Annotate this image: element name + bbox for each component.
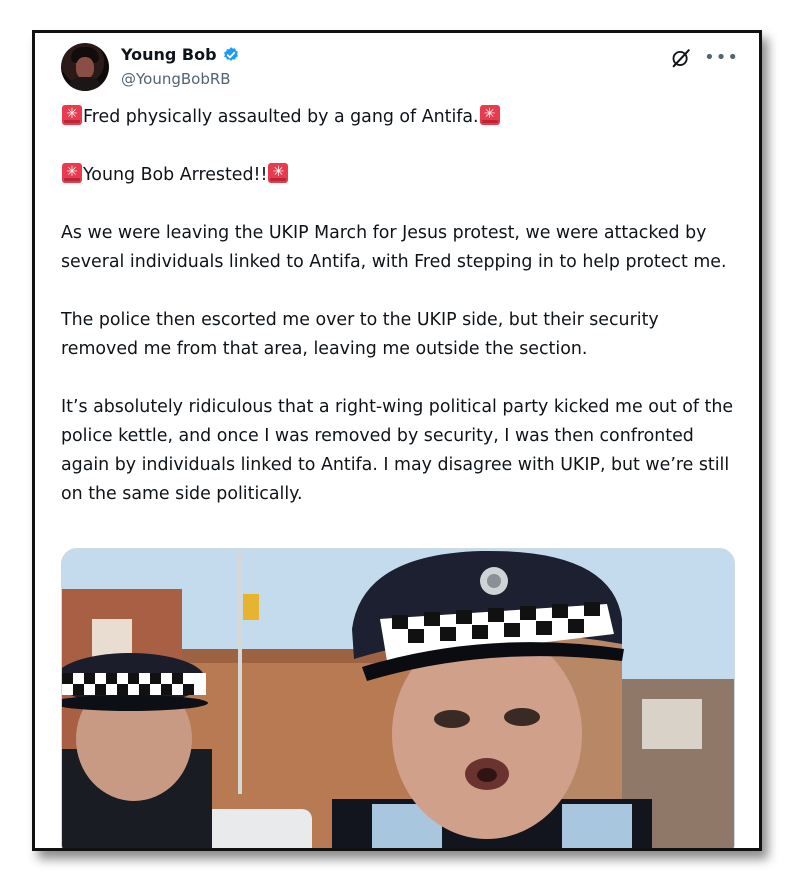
more-icon[interactable]: ••• — [704, 49, 739, 67]
grok-icon[interactable] — [670, 47, 692, 69]
police-officers-photo — [62, 549, 734, 848]
tweet-card: Young Bob @YoungBobRB ••• Fred physicall… — [32, 30, 762, 851]
police-siren-emoji-icon — [479, 104, 500, 125]
police-siren-emoji-icon — [62, 104, 82, 125]
header-actions: ••• — [670, 47, 739, 69]
author-row: Young Bob — [121, 45, 240, 64]
tweet-line-1: Fred physically assaulted by a gang of A… — [61, 103, 741, 132]
tweet-media-photo[interactable] — [61, 548, 735, 848]
author-name[interactable]: Young Bob — [121, 45, 217, 64]
avatar[interactable] — [61, 43, 109, 91]
police-siren-emoji-icon — [62, 162, 82, 183]
tweet-header: Young Bob @YoungBobRB ••• — [61, 41, 739, 99]
tweet-paragraph-2: The police then escorted me over to the … — [61, 310, 659, 359]
tweet-text: Fred physically assaulted by a gang of A… — [61, 103, 741, 538]
verified-badge-icon — [223, 46, 238, 61]
tweet-paragraph-1: As we were leaving the UKIP March for Je… — [61, 223, 727, 272]
tweet-line-2: Young Bob Arrested!! — [61, 161, 741, 190]
tweet-paragraph-3: It’s absolutely ridiculous that a right-… — [61, 397, 734, 504]
author-handle[interactable]: @YoungBobRB — [121, 70, 231, 88]
police-siren-emoji-icon — [268, 162, 289, 183]
